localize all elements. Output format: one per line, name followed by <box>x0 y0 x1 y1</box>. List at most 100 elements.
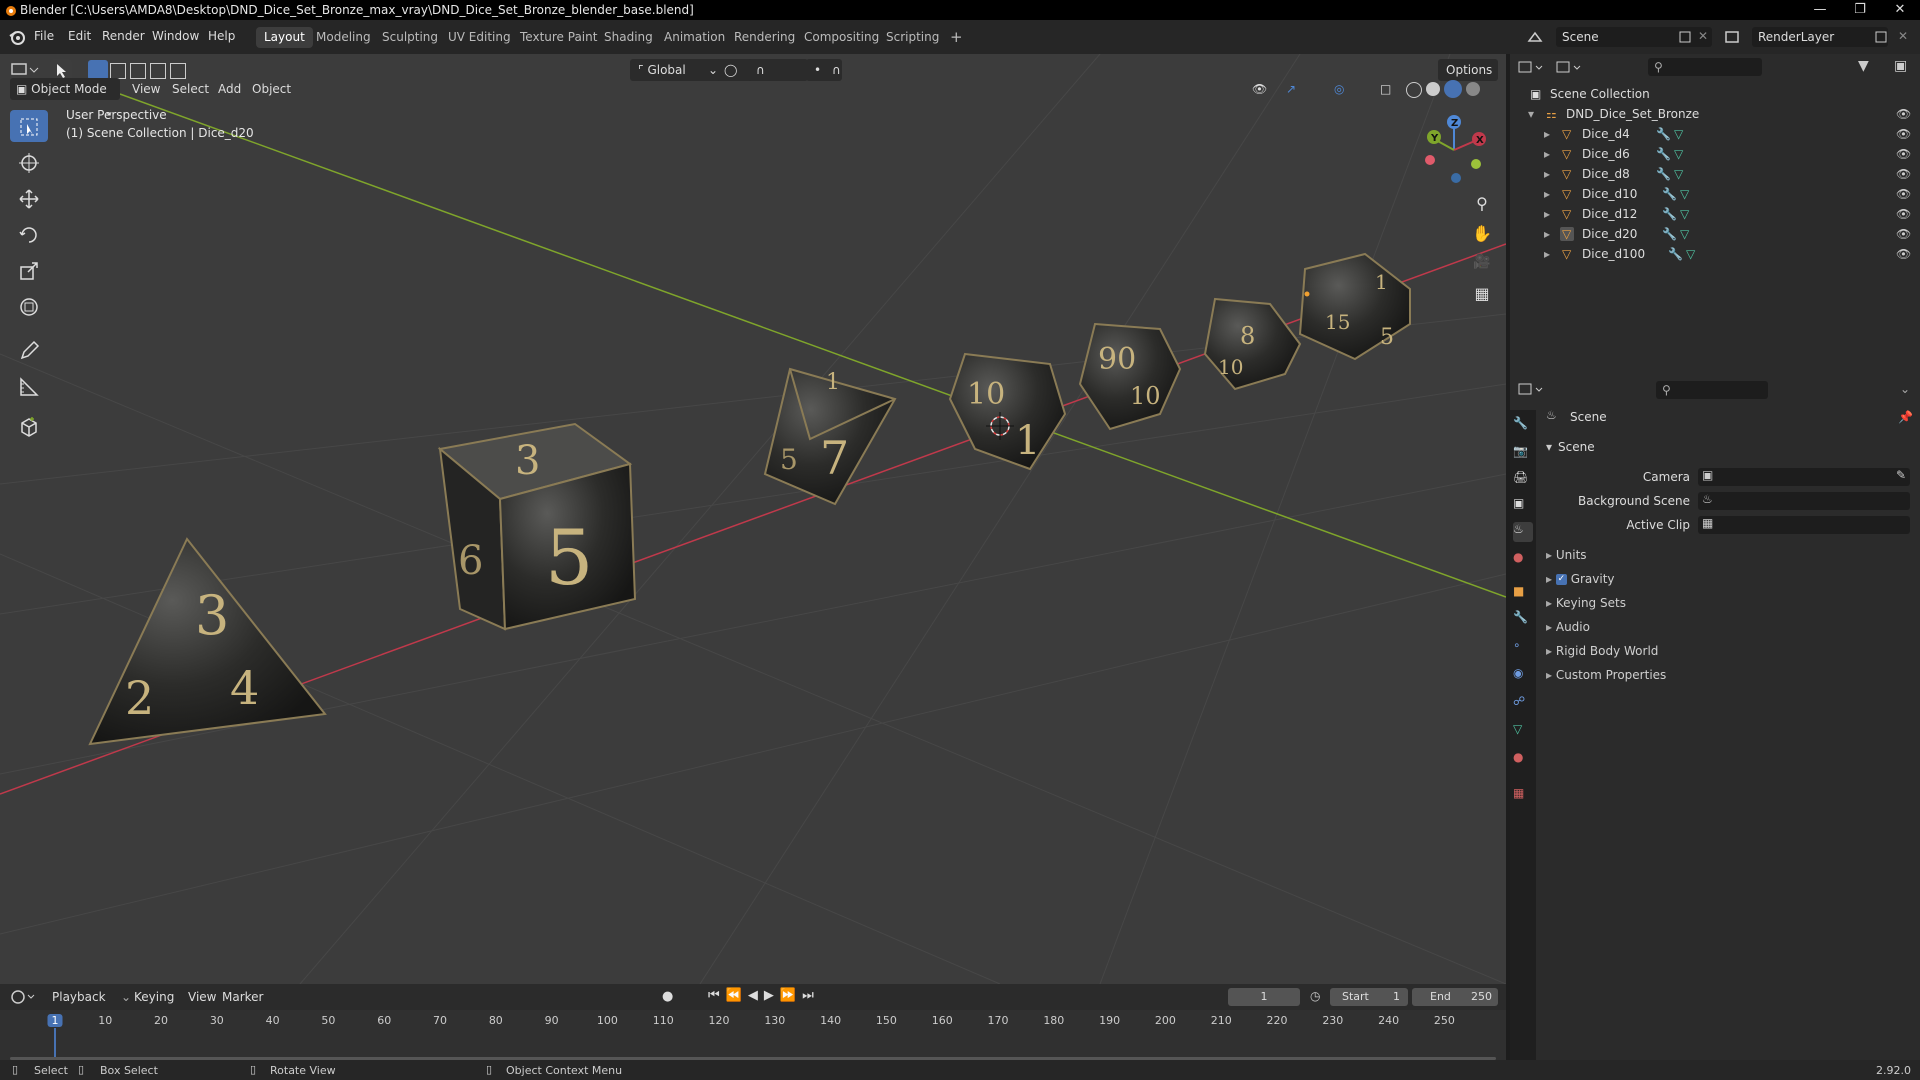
tab-rendering[interactable]: Rendering <box>726 27 803 48</box>
timeline-editor-icon[interactable] <box>10 988 40 1006</box>
outliner-row-dice-d20[interactable]: ▸ ▽ Dice_d20 🔧 ▽ 👁 <box>1510 224 1920 244</box>
new-collection-icon[interactable]: ▣ <box>1894 58 1907 74</box>
menu-keying[interactable]: Keying <box>134 990 174 1004</box>
eye-icon[interactable]: 👁 <box>1896 164 1911 184</box>
dice-d20[interactable]: 8 10 <box>1203 297 1302 391</box>
eye-icon[interactable]: 👁 <box>1896 184 1911 204</box>
next-keyframe-icon[interactable]: ⏩ <box>780 988 802 1003</box>
remove-renderlayer-icon[interactable]: ✕ <box>1898 29 1908 43</box>
panel-units[interactable]: ▸ Units <box>1546 548 1587 562</box>
outliner-search-input[interactable]: ⚲ <box>1648 58 1762 76</box>
mode-invert-icon[interactable] <box>150 63 166 79</box>
renderlayer-icon[interactable] <box>1724 28 1742 46</box>
outliner-row-dice-d4[interactable]: ▸ ▽ Dice_d4 🔧 ▽ 👁 <box>1510 124 1920 144</box>
eye-icon[interactable]: 👁 <box>1896 124 1911 144</box>
tab-texture-paint[interactable]: Texture Paint <box>512 27 605 48</box>
output-tab-icon[interactable]: 🖨 <box>1513 470 1533 490</box>
tool-tab-icon[interactable]: 🔧 <box>1513 416 1533 436</box>
rotate-tool[interactable] <box>10 218 48 250</box>
gizmo-neg-x-icon[interactable] <box>1425 155 1435 165</box>
grid-view-icon[interactable]: ▦ <box>1470 284 1494 308</box>
clock-icon[interactable]: ◷ <box>1310 989 1320 1003</box>
playhead[interactable] <box>54 1028 56 1058</box>
outliner-row-dice-d8[interactable]: ▸ ▽ Dice_d8 🔧 ▽ 👁 <box>1510 164 1920 184</box>
view-layer-tab-icon[interactable]: ▣ <box>1513 496 1533 516</box>
play-reverse-icon[interactable]: ◀ <box>748 988 764 1003</box>
panel-rigid-body-world[interactable]: ▸ Rigid Body World <box>1546 644 1658 658</box>
prev-keyframe-icon[interactable]: ⏪ <box>726 988 748 1003</box>
modifier-tab-icon[interactable]: 🔧 <box>1513 610 1533 630</box>
3d-viewport[interactable]: 3 2 4 3 6 5 1 7 5 10 1 90 10 8 10 1 15 5… <box>0 54 1506 984</box>
menu-help[interactable]: Help <box>208 29 235 43</box>
filter-icon[interactable]: ▼ <box>1858 58 1869 74</box>
mode-extend-icon[interactable] <box>110 63 126 79</box>
play-icon[interactable]: ▶ <box>764 988 780 1003</box>
tab-layout[interactable]: Layout <box>256 27 313 48</box>
falloff-icon[interactable]: ∩ <box>832 59 858 81</box>
chevron-down-icon[interactable]: ⌄ <box>1900 382 1910 396</box>
panel-custom-properties[interactable]: ▸ Custom Properties <box>1546 668 1666 682</box>
eye-icon[interactable]: 👁 <box>1896 144 1911 164</box>
minimize-icon[interactable]: — <box>1800 0 1840 20</box>
material-shading-icon[interactable] <box>1444 80 1462 98</box>
outliner-row-dice-d100[interactable]: ▸ ▽ Dice_d100 🔧 ▽ 👁 <box>1510 244 1920 264</box>
tab-shading[interactable]: Shading <box>596 27 661 48</box>
add-workspace-icon[interactable]: + <box>942 27 971 48</box>
menu-marker[interactable]: Marker <box>222 990 263 1004</box>
pin-icon[interactable]: 📌 <box>1898 410 1913 424</box>
physics-tab-icon[interactable]: ◉ <box>1513 666 1533 686</box>
new-renderlayer-icon[interactable] <box>1874 30 1888 44</box>
editor-type-icon[interactable] <box>10 60 40 80</box>
menu-select[interactable]: Select <box>172 78 209 100</box>
outliner-editor-icon[interactable] <box>1518 60 1548 76</box>
panel-keying-sets[interactable]: ▸ Keying Sets <box>1546 596 1626 610</box>
remove-scene-icon[interactable]: ✕ <box>1698 29 1708 43</box>
eye-icon[interactable]: 👁 <box>1896 204 1911 224</box>
background-scene-field[interactable]: ♨ <box>1698 492 1910 510</box>
eyedropper-icon[interactable]: ✎ <box>1896 468 1906 482</box>
expand-arrow-icon[interactable]: ▾ <box>1546 440 1552 454</box>
transform-tool[interactable] <box>10 290 48 322</box>
eye-icon[interactable]: 👁 <box>1896 224 1911 244</box>
texture-tab-icon[interactable]: ▦ <box>1513 786 1533 806</box>
current-frame-field[interactable]: 1 <box>1228 988 1300 1006</box>
transform-orientation-dropdown[interactable]: ⌜ Global ⌄ <box>630 59 726 81</box>
constraints-tab-icon[interactable]: ☍ <box>1513 694 1533 714</box>
move-tool[interactable] <box>10 182 48 214</box>
menu-render[interactable]: Render <box>102 29 145 43</box>
gravity-checkbox[interactable]: ✓ <box>1555 574 1567 585</box>
snap-icon[interactable]: ∩ <box>748 59 808 81</box>
panel-audio[interactable]: ▸ Audio <box>1546 620 1590 634</box>
camera-field[interactable]: ▣ ✎ <box>1698 468 1910 486</box>
menu-view[interactable]: View <box>132 78 160 100</box>
section-scene-header[interactable]: Scene <box>1558 440 1595 454</box>
data-tab-icon[interactable]: ▽ <box>1513 722 1533 742</box>
outliner-row-dice-d6[interactable]: ▸ ▽ Dice_d6 🔧 ▽ 👁 <box>1510 144 1920 164</box>
scene-icon[interactable] <box>1526 28 1544 46</box>
scale-tool[interactable] <box>10 254 48 286</box>
jump-end-icon[interactable]: ⏭ <box>802 988 820 1003</box>
start-frame-field[interactable]: Start 1 <box>1330 988 1408 1006</box>
dice-d12[interactable]: 90 10 <box>1078 322 1182 431</box>
new-scene-icon[interactable] <box>1678 30 1692 44</box>
menu-object[interactable]: Object <box>252 78 291 100</box>
pan-hand-icon[interactable]: ✋ <box>1470 224 1494 248</box>
camera-view-icon[interactable]: 🎥 <box>1470 254 1494 278</box>
object-tab-icon[interactable]: ■ <box>1513 584 1533 604</box>
scene-tab-icon[interactable]: ♨ <box>1513 522 1533 542</box>
restore-icon[interactable]: ❐ <box>1840 0 1880 20</box>
select-box-tool[interactable] <box>10 110 48 142</box>
annotate-tool[interactable] <box>10 334 48 366</box>
outliner-row-dice-d12[interactable]: ▸ ▽ Dice_d12 🔧 ▽ 👁 <box>1510 204 1920 224</box>
gizmo-neg-z-icon[interactable] <box>1451 173 1461 183</box>
close-icon[interactable]: ✕ <box>1880 0 1920 20</box>
eye-icon[interactable]: 👁 <box>1896 104 1911 124</box>
tab-compositing[interactable]: Compositing <box>796 27 887 48</box>
properties-search-input[interactable]: ⚲ <box>1656 381 1768 399</box>
options-dropdown[interactable]: Options ⌄ <box>1438 59 1498 99</box>
menu-edit[interactable]: Edit <box>68 29 91 43</box>
mode-subtract-icon[interactable] <box>130 63 146 79</box>
menu-timeline-view[interactable]: View <box>188 990 216 1004</box>
dice-d8[interactable]: 1 7 5 <box>763 367 897 506</box>
overlays-icon[interactable]: ◎ <box>1334 78 1344 100</box>
